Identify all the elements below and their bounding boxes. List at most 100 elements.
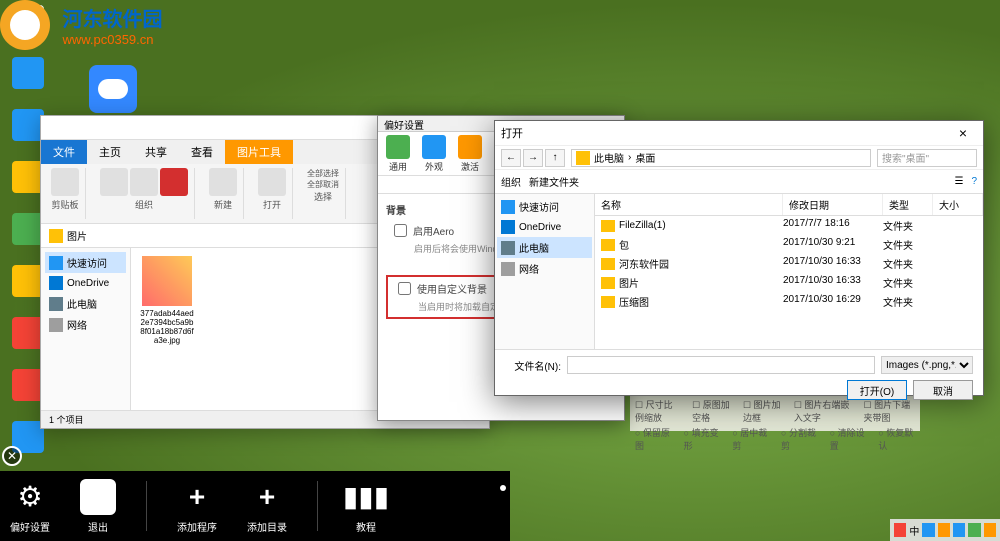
monitor-icon — [422, 135, 446, 159]
tab-home[interactable]: 主页 — [87, 140, 133, 164]
folder-icon — [601, 296, 615, 308]
filename-input[interactable] — [567, 356, 875, 374]
check-icon — [386, 135, 410, 159]
file-row[interactable]: 河东软件园2017/10/30 16:33文件夹 — [595, 254, 983, 273]
open-button[interactable]: 打开(O) — [847, 380, 907, 400]
tab-image-tools[interactable]: 图片工具 — [225, 140, 293, 164]
dock-separator — [146, 481, 147, 531]
tray-icon[interactable] — [938, 523, 950, 537]
folder-icon — [601, 220, 615, 232]
option-radio[interactable]: ○ 恢复默认 — [878, 426, 915, 452]
open-dialog-file-list: 名称 修改日期 类型 大小 FileZilla(1)2017/7/7 18:16… — [595, 194, 983, 349]
dock-tutorial[interactable]: ▮▮▮教程 — [348, 479, 384, 534]
logo-icon — [0, 0, 50, 50]
ime-indicator[interactable]: 中 — [909, 523, 919, 538]
open-dialog-titlebar[interactable]: 打开 × — [495, 121, 983, 145]
tab-share[interactable]: 共享 — [133, 140, 179, 164]
file-row[interactable]: 压缩图2017/10/30 16:29文件夹 — [595, 292, 983, 311]
tab-file[interactable]: 文件 — [41, 140, 87, 164]
system-tray: 中 — [890, 519, 1000, 541]
option-radio[interactable]: ○ 填充变形 — [684, 426, 721, 452]
gear-icon: ⚙ — [12, 479, 48, 515]
books-icon: ▮▮▮ — [348, 479, 384, 515]
prefs-tab-general[interactable]: 通用 — [381, 135, 415, 172]
dock-exit[interactable]: ✕退出 — [80, 479, 116, 534]
explorer-sidebar: 快速访问 OneDrive 此电脑 网络 — [41, 248, 131, 412]
file-item[interactable]: 377adab44aed2e7394bc5a9b8f01a18b87d6fa3e… — [139, 256, 195, 345]
enable-aero-label: 启用Aero — [413, 223, 454, 238]
plus-icon: + — [179, 479, 215, 515]
pin-button[interactable] — [51, 168, 79, 196]
sidebar-item-network[interactable]: 网络 — [45, 314, 126, 335]
tab-view[interactable]: 查看 — [179, 140, 225, 164]
option-radio[interactable]: ○ 保留原图 — [635, 426, 672, 452]
launcher-dock: ⚙偏好设置 ✕退出 +添加程序 +添加目录 ▮▮▮教程 — [0, 471, 510, 541]
search-input[interactable]: 搜索"桌面" — [877, 149, 977, 167]
cloud-icon — [49, 276, 63, 290]
prefs-tab-activate[interactable]: 激活 — [453, 135, 487, 172]
col-name[interactable]: 名称 — [595, 194, 783, 215]
tray-icon[interactable] — [894, 523, 906, 537]
sidebar-item-network[interactable]: 网络 — [497, 258, 592, 279]
custom-bg-checkbox[interactable] — [398, 282, 411, 295]
dock-add-dir[interactable]: +添加目录 — [247, 479, 287, 534]
back-button[interactable]: ← — [501, 149, 521, 167]
tray-icon[interactable] — [968, 523, 980, 537]
up-button[interactable]: ↑ — [545, 149, 565, 167]
organize-button[interactable]: 组织 — [501, 174, 521, 189]
view-button[interactable]: ☰ — [954, 176, 963, 187]
pager-indicator[interactable] — [500, 485, 506, 491]
option-radio[interactable]: ○ 居中裁剪 — [732, 426, 769, 452]
sidebar-item-pc[interactable]: 此电脑 — [497, 237, 592, 258]
tray-icon[interactable] — [922, 523, 934, 537]
file-name: 377adab44aed2e7394bc5a9b8f01a18b87d6fa3e… — [139, 309, 195, 345]
list-header: 名称 修改日期 类型 大小 — [595, 194, 983, 216]
network-icon — [49, 318, 63, 332]
dock-separator — [317, 481, 318, 531]
new-folder-button[interactable] — [209, 168, 237, 196]
open-dialog-title: 打开 — [501, 125, 523, 141]
col-date[interactable]: 修改日期 — [783, 194, 883, 215]
properties-button[interactable] — [258, 168, 286, 196]
open-nav-bar: ← → ↑ 此电脑 › 桌面 搜索"桌面" — [495, 145, 983, 169]
desktop-icon[interactable] — [5, 57, 50, 91]
file-row[interactable]: 图片2017/10/30 16:33文件夹 — [595, 273, 983, 292]
sidebar-item-onedrive[interactable]: OneDrive — [497, 217, 592, 237]
forward-button[interactable]: → — [523, 149, 543, 167]
dock-add-program[interactable]: +添加程序 — [177, 479, 217, 534]
address-bar[interactable]: 此电脑 › 桌面 — [571, 149, 871, 167]
help-button[interactable]: ? — [971, 176, 977, 187]
sidebar-item-quick[interactable]: 快速访问 — [497, 196, 592, 217]
dock-preferences[interactable]: ⚙偏好设置 — [10, 479, 50, 534]
col-size[interactable]: 大小 — [933, 194, 983, 215]
pc-icon — [49, 297, 63, 311]
star-icon — [49, 256, 63, 270]
folder-icon — [601, 258, 615, 270]
folder-icon — [601, 277, 615, 289]
overlay-close-button[interactable]: ✕ — [2, 446, 22, 466]
file-type-filter[interactable]: Images (*.png,*.jpg,*.jpeg) — [881, 356, 973, 374]
option-radio[interactable]: ○ 分割裁剪 — [781, 426, 818, 452]
exit-icon: ✕ — [80, 479, 116, 515]
enable-aero-checkbox[interactable] — [394, 224, 407, 237]
ribbon-new: 新建 — [203, 168, 244, 219]
prefs-tab-appearance[interactable]: 外观 — [417, 135, 451, 172]
cancel-button[interactable]: 取消 — [913, 380, 973, 400]
sidebar-item-onedrive[interactable]: OneDrive — [45, 273, 126, 293]
sidebar-item-pc[interactable]: 此电脑 — [45, 293, 126, 314]
option-radio[interactable]: ○ 清除设置 — [830, 426, 867, 452]
copy-button[interactable] — [130, 168, 158, 196]
ribbon-open: 打开 — [252, 168, 293, 219]
move-button[interactable] — [100, 168, 128, 196]
col-type[interactable]: 类型 — [883, 194, 933, 215]
file-row[interactable]: 包2017/10/30 9:21文件夹 — [595, 235, 983, 254]
open-dialog-sidebar: 快速访问 OneDrive 此电脑 网络 — [495, 194, 595, 349]
sidebar-item-quick[interactable]: 快速访问 — [45, 252, 126, 273]
tray-icon[interactable] — [984, 523, 996, 537]
file-row[interactable]: FileZilla(1)2017/7/7 18:16文件夹 — [595, 216, 983, 235]
close-button[interactable]: × — [949, 123, 977, 143]
tray-icon[interactable] — [953, 523, 965, 537]
new-folder-button[interactable]: 新建文件夹 — [529, 174, 579, 189]
flash-icon — [458, 135, 482, 159]
delete-button[interactable] — [160, 168, 188, 196]
